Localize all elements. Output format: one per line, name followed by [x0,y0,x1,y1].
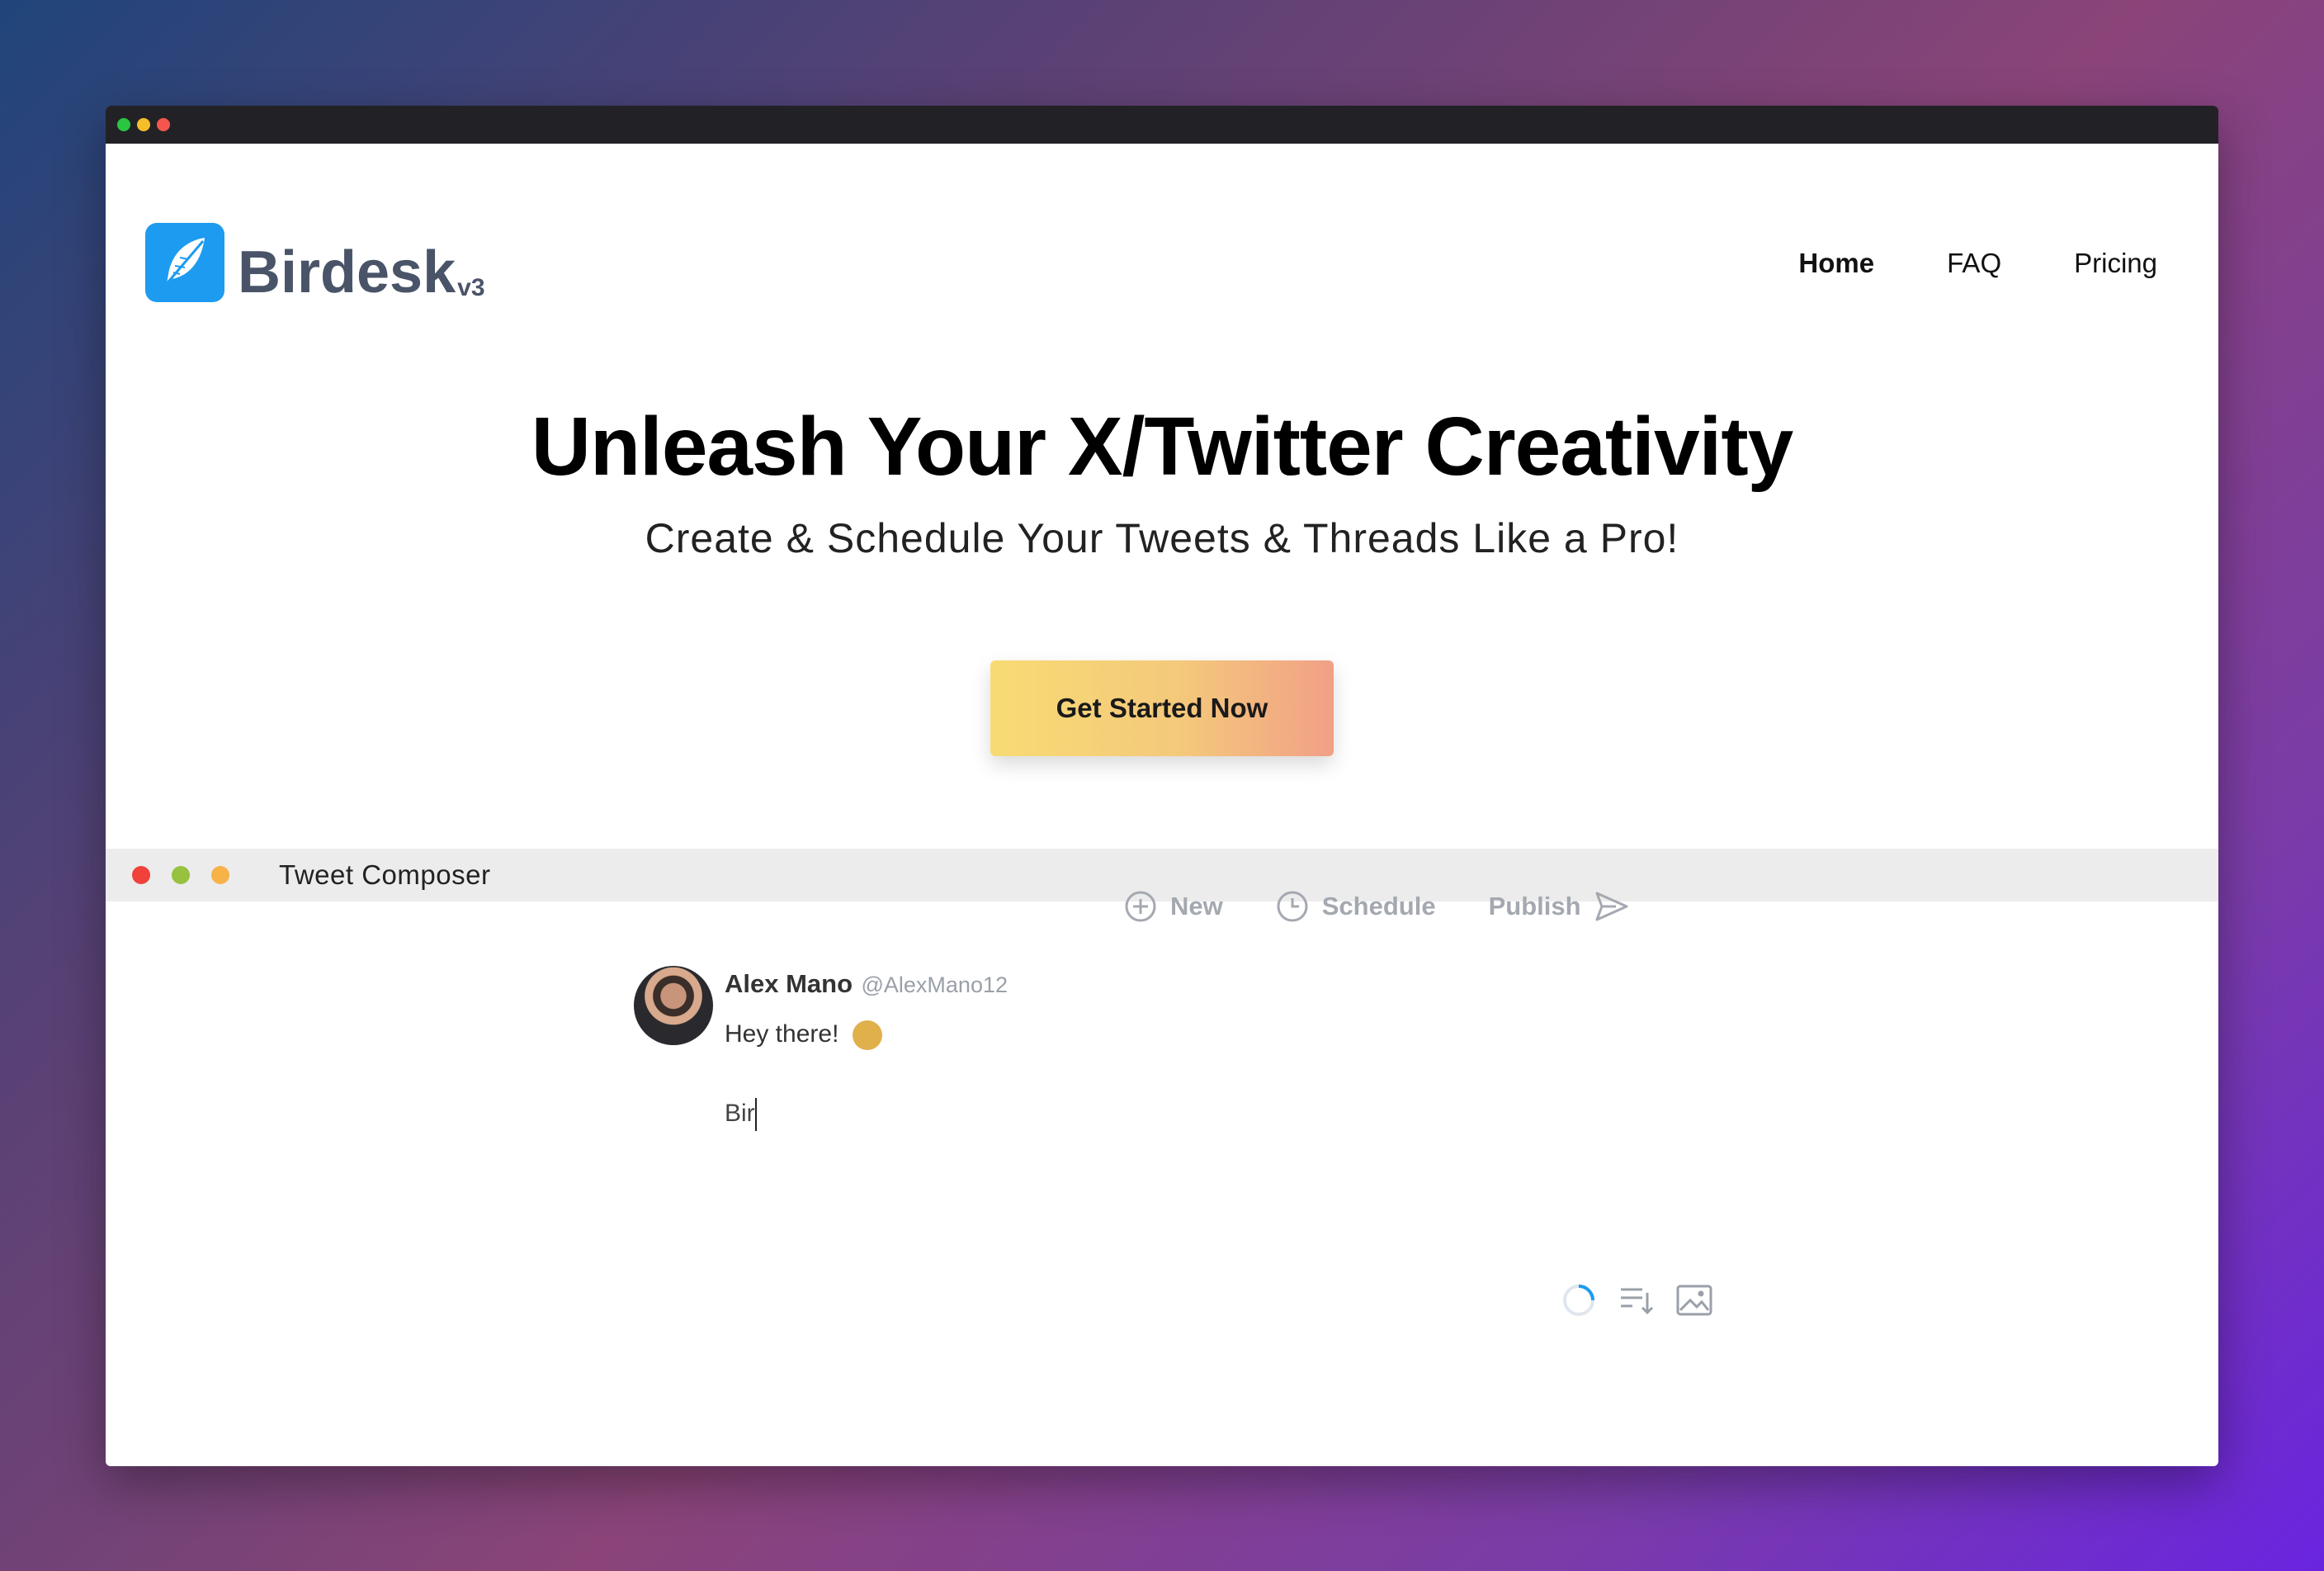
composer-minimize-dot [211,866,229,884]
tweet-actions [1561,1283,1713,1318]
browser-window: Birdesk v3 Home FAQ Pricing Unleash Your… [106,106,2218,1466]
window-close-dot[interactable] [157,118,170,131]
tweet-author: Alex Mano @AlexMano12 [725,969,1008,999]
composer-maximize-dot [172,866,190,884]
tweet-text: Hey there! [725,1020,839,1048]
brand-logo[interactable]: Birdesk v3 [145,223,485,302]
window-maximize-dot[interactable] [117,118,130,131]
composer-toolbar: New Schedule Publish [1124,890,1629,923]
clock-icon [1277,891,1308,922]
main-nav: Home FAQ Pricing [1798,248,2157,279]
new-label: New [1170,892,1223,920]
author-handle: @AlexMano12 [861,972,1008,997]
window-minimize-dot[interactable] [137,118,150,131]
nav-item-pricing[interactable]: Pricing [2074,248,2157,279]
brand-version: v3 [457,274,485,301]
nav-item-faq[interactable]: FAQ [1947,248,2001,279]
new-button[interactable]: New [1124,890,1223,923]
schedule-button[interactable]: Schedule [1276,890,1436,923]
schedule-label: Schedule [1321,892,1436,920]
image-icon[interactable] [1675,1284,1713,1317]
get-started-button[interactable]: Get Started Now [990,660,1334,756]
tweet-input[interactable]: Bir [725,1098,757,1131]
hero-title: Unleash Your X/Twitter Creativity [531,400,1794,493]
send-icon [1595,892,1628,921]
avatar [634,966,713,1045]
brand-wordmark: Birdesk v3 [238,243,485,302]
thread-sort-icon[interactable] [1618,1283,1654,1318]
clapping-hands-emoji-icon [852,1020,882,1051]
text-caret [754,1098,757,1131]
progress-ring-icon [1563,1285,1594,1316]
feather-icon [145,223,224,302]
author-name: Alex Mano [725,969,853,998]
nav-item-home[interactable]: Home [1798,248,1874,279]
tweet-input-value: Bir [725,1099,755,1127]
composer-close-dot [132,866,150,884]
window-titlebar [106,106,2218,144]
composer-title: Tweet Composer [279,859,491,890]
brand-name: Birdesk [238,239,456,305]
tweet-text-row: Hey there! [725,1020,882,1051]
publish-label: Publish [1488,892,1581,920]
hero-subtitle: Create & Schedule Your Tweets & Threads … [645,515,1679,561]
plus-circle-icon [1125,891,1156,922]
publish-button[interactable]: Publish [1489,890,1629,923]
